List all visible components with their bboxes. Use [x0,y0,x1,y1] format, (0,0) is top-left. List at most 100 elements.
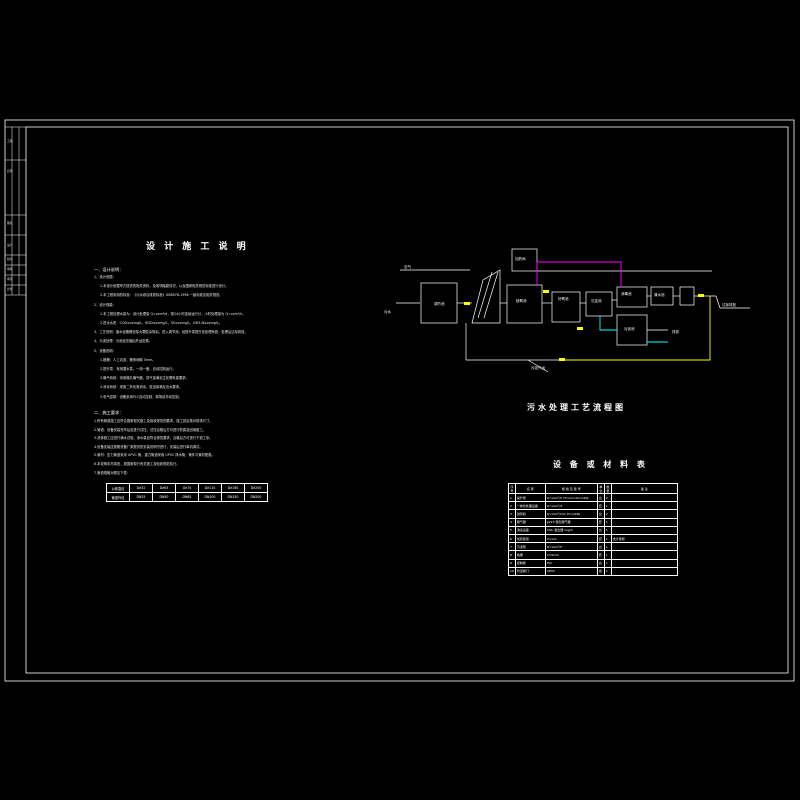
equipment-cell: 加药装置 [514,533,546,544]
equipment-header-cell: 备 注 [610,483,678,494]
table-row: 3 鼓风机 Q=xxm³/min P=xxkPa 台 2 [508,509,678,519]
equipment-cell [610,566,678,576]
equipment-cell: Q=xxm³/h [544,542,598,552]
equipment-cell: PLC [544,558,598,568]
equipment-cell: 1 [603,558,612,568]
drawing-sheet: 工程 名称 图名 设计 校对 审核 审定 比例 设 计 施 工 说 明 一、设计说明： 1、设… [0,0,800,800]
label-clear: 清水池 [654,292,665,297]
return-pipe-yellow [566,296,711,361]
equipment-cell: 9 [508,558,516,568]
tank-settling [585,291,613,317]
equipment-cell: 控制柜 [514,558,546,568]
equipment-cell: b=5mm [544,550,598,560]
equipment-cell: 台 [596,509,605,519]
label-disinfect: 消毒池 [621,291,632,296]
label-sludge: 污泥池 [624,326,635,331]
sludge-pipe-cyan [599,316,617,331]
equipment-cell: 1 [603,550,612,560]
equipment-cell: 台 [596,542,605,552]
equipment-cell: 4 [508,517,516,527]
equipment-cell: 污泥泵 [514,542,546,552]
diagram-title: 污水处理工艺流程图 [527,403,626,412]
equipment-cell: 1 [603,542,612,552]
process-flow-diagram: 污水 调节池 加药间 缺氧池 好氧池 沉淀池 消毒池 清水池 污泥池 达标排放 … [384,248,750,373]
equipment-cell: 台 [596,525,605,535]
equipment-table-header: 序号名 称规 格 及 型 号单位 数量备 注 [508,483,678,494]
tank-anoxic [506,284,543,324]
flow-marker [464,302,470,305]
label-inlet: 污水 [384,309,392,314]
equipment-table: 序号名 称规 格 及 型 号单位 数量备 注 1 提升泵 Q=xxm³/h H=xxm … [508,483,678,576]
table-row: 6 加药装置 V=xxL 套 1 含计量泵 [508,533,678,544]
equipment-header-cell: 序号 [508,483,516,494]
equipment-cell: 曝气器 [514,517,546,527]
equipment-cell: 套 [596,517,605,527]
table-row: 5 消毒设备 ClO₂ 发生器 xxg/h 台 1 [508,525,678,535]
equipment-cell: 7 [508,542,516,552]
label-aerobic: 好氧池 [558,296,569,301]
equipment-cell: 套 [596,550,605,560]
equipment-header-cell: 名 称 [514,483,546,494]
equipment-cell: ClO₂ 发生器 xxg/h [544,525,598,535]
tank-outlet-box [679,286,695,306]
equipment-cell: 鼓风机 [514,509,546,519]
equipment-cell: Q=xxm³/d [544,501,598,511]
label-anoxic: 缺氧池 [516,298,527,303]
equipment-cell: 1 [603,517,612,527]
equipment-cell: 1 [508,492,516,503]
label-outlet: 达标排放 [722,302,736,307]
equipment-cell [610,525,678,535]
equipment-cell [610,492,678,503]
label-air: 空气 [404,264,412,269]
table-row: 1 提升泵 Q=xxm³/h H=xxm N=xxkW 台 2 [508,492,678,503]
equipment-header-cell: 规 格 及 型 号 [544,483,598,494]
equipment-cell: V=xxL [544,533,598,544]
equipment-cell: 提升泵 [514,492,546,503]
equipment-cell: 套 [596,533,605,544]
equipment-cell [610,509,678,519]
label-drain: 排放 [672,329,680,334]
table-row: 2 一体化处理设备 Q=xxm³/d 套 1 [508,501,678,511]
equipment-cell [610,550,678,560]
equipment-cell: 含计量泵 [610,533,678,544]
label-regulating-tank: 调节池 [434,301,445,306]
equipment-cell: Q=xxm³/h H=xxm N=xxkW [544,492,598,503]
table-row: 7 污泥泵 Q=xxm³/h 台 1 [508,542,678,552]
equipment-cell: Q=xxm³/min P=xxkPa [544,509,598,519]
equipment-header-cell: 数量 [603,483,612,494]
equipment-cell: 2 [508,501,516,511]
equipment-cell: 8 [508,550,516,560]
equipment-cell [610,501,678,511]
equipment-cell: UPVC [544,566,598,576]
equipment-cell: 一体化处理设备 [514,501,546,511]
equipment-cell: 10 [508,566,516,576]
table-row: 4 曝气器 φ215 微孔曝气器套 1 [508,517,678,527]
dosing-pipe-magenta [537,261,622,287]
equipment-header-cell: 单位 [596,483,605,494]
equipment-cell: 1 [603,501,612,511]
label-sludge-out: 污泥外运 [531,365,545,370]
equipment-cell: 套 [596,501,605,511]
equipment-cell: 管道阀门 [514,566,546,576]
tank-disinfect [616,286,648,308]
grille-structure [471,269,501,324]
equipment-cell: 批 [596,566,605,576]
label-settling: 沉淀池 [591,298,602,303]
equipment-cell: 1 [603,566,612,576]
equipment-cell: 2 [603,509,612,519]
equipment-cell [610,558,678,568]
equipment-cell: 格栅 [514,550,546,560]
equipment-cell: 1 [603,533,612,544]
equipment-cell: 6 [508,533,516,544]
table-title: 设 备 或 材 料 表 [553,460,648,469]
equipment-cell: 1 [603,525,612,535]
equipment-cell: φ215 微孔曝气器 [544,517,598,527]
table-row: 8 格栅 b=5mm 套 1 [508,550,678,560]
equipment-cell: 台 [596,558,605,568]
equipment-cell [610,517,678,527]
equipment-cell: 消毒设备 [514,525,546,535]
equipment-cell: 3 [508,509,516,519]
equipment-cell: 5 [508,525,516,535]
table-row: 9 控制柜 PLC 台 1 [508,558,678,568]
equipment-cell [610,542,678,552]
